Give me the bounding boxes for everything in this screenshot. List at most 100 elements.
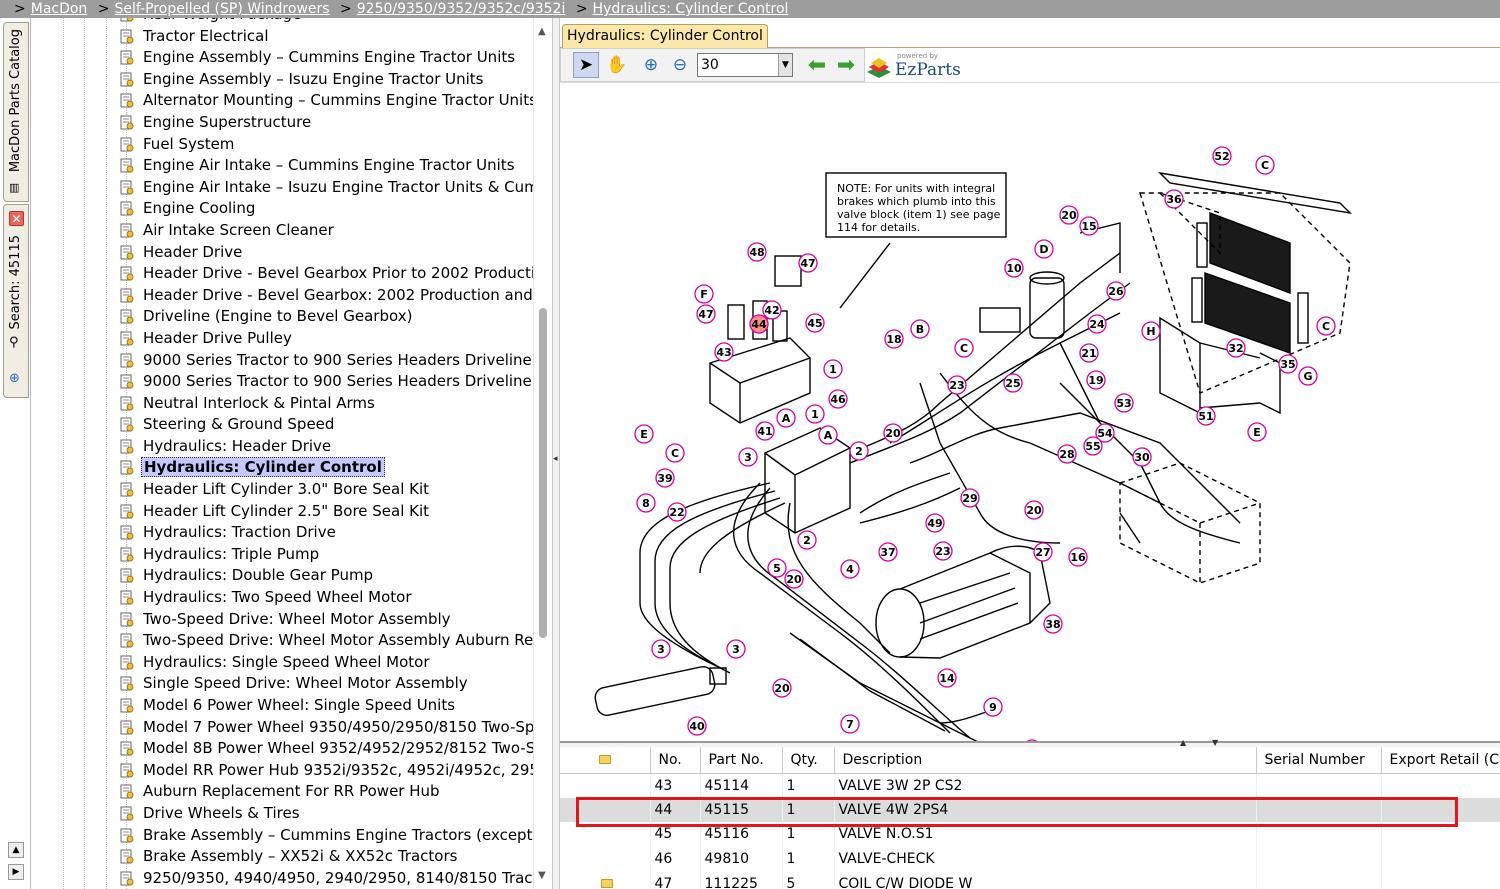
callout-46[interactable]: 46 — [828, 389, 848, 409]
scroll-up-arrow-icon[interactable]: ▲ — [538, 26, 546, 37]
parts-diagram[interactable]: NOTE: For units with integral brakes whi… — [560, 82, 1500, 759]
tree-item[interactable]: Model 6 Power Wheel: Single Speed Units — [119, 695, 551, 717]
callout-19[interactable]: 19 — [1086, 370, 1106, 390]
tab-cylinder-control[interactable]: Hydraulics: Cylinder Control — [562, 24, 768, 48]
close-icon[interactable]: ✕ — [9, 211, 24, 226]
tree-item[interactable]: Two-Speed Drive: Wheel Motor Assembly — [119, 609, 551, 631]
breadcrumb-link-windrowers[interactable]: Self-Propelled (SP) Windrowers — [115, 1, 330, 17]
column-header-serial-number[interactable]: Serial Number — [1256, 747, 1382, 774]
tree-item[interactable]: Hydraulics: Cylinder Control — [119, 457, 551, 479]
tab-search[interactable]: ✕ Search: 45115 ⚲ ⊕ — [3, 204, 29, 398]
callout-c[interactable]: C — [1255, 155, 1275, 175]
callout-44[interactable]: 44 — [749, 314, 769, 334]
callout-25[interactable]: 25 — [1003, 373, 1023, 393]
tree-item[interactable]: Steering & Ground Speed — [119, 414, 551, 436]
select-arrow-icon[interactable]: ➤ — [573, 52, 599, 78]
scroll-right-button[interactable]: ▶ — [8, 864, 24, 880]
callout-43[interactable]: 43 — [714, 342, 734, 362]
callout-b[interactable]: B — [910, 319, 930, 339]
tree-item[interactable]: Engine Cooling — [119, 198, 551, 220]
callout-g[interactable]: G — [1298, 366, 1318, 386]
callout-2[interactable]: 2 — [849, 441, 869, 461]
table-row[interactable]: 47 111225 5 COIL C/W DIODE W — [560, 871, 1500, 889]
callout-42[interactable]: 42 — [762, 300, 782, 320]
callout-1[interactable]: 1 — [805, 404, 825, 424]
tree-item[interactable]: Model 8B Power Wheel 9352/4952/2952/8152… — [119, 738, 551, 760]
tree-item[interactable]: Header Drive - Bevel Gearbox Prior to 20… — [119, 263, 551, 285]
zoom-in-icon[interactable]: ⊕ — [638, 52, 664, 78]
tree-item[interactable]: 9000 Series Tractor to 900 Series Header… — [119, 371, 551, 393]
callout-18[interactable]: 18 — [884, 329, 904, 349]
tree-item[interactable]: Hydraulics: Traction Drive — [119, 522, 551, 544]
callout-c[interactable]: C — [665, 443, 685, 463]
callout-c[interactable]: C — [954, 338, 974, 358]
back-arrow-icon[interactable]: ⬅ — [804, 52, 830, 78]
callout-10[interactable]: 10 — [1004, 258, 1024, 278]
pane-splitter[interactable]: ◂ — [552, 18, 560, 889]
tree-item[interactable]: Hydraulics: Triple Pump — [119, 544, 551, 566]
callout-9[interactable]: 9 — [983, 697, 1003, 717]
callout-52[interactable]: 52 — [1212, 146, 1232, 166]
table-row[interactable]: 43 45114 1 VALVE 3W 2P CS2 — [560, 773, 1500, 798]
table-row[interactable]: 46 49810 1 VALVE-CHECK — [560, 846, 1500, 872]
callout-20[interactable]: 20 — [1024, 500, 1044, 520]
callout-20[interactable]: 20 — [772, 678, 792, 698]
splitter-down-icon[interactable]: ▼ — [1212, 738, 1218, 747]
callout-51[interactable]: 51 — [1196, 406, 1216, 426]
tree-item[interactable]: Hydraulics: Header Drive — [119, 436, 551, 458]
callout-h[interactable]: H — [1141, 321, 1161, 341]
tree-item[interactable]: Engine Assembly – Isuzu Engine Tractor U… — [119, 69, 551, 91]
callout-38[interactable]: 38 — [1043, 614, 1063, 634]
callout-40[interactable]: 40 — [687, 716, 707, 736]
column-header-description[interactable]: Description — [834, 747, 1257, 774]
tree-item[interactable]: Drive Wheels & Tires — [119, 803, 551, 825]
tree-item[interactable]: Hydraulics: Two Speed Wheel Motor — [119, 587, 551, 609]
tree-item[interactable]: Single Speed Drive: Wheel Motor Assembly — [119, 673, 551, 695]
breadcrumb-link-current[interactable]: Hydraulics: Cylinder Control — [593, 1, 789, 17]
tree-item[interactable]: Hydraulics: Double Gear Pump — [119, 565, 551, 587]
tree-item[interactable]: Header Drive — [119, 242, 551, 264]
callout-26[interactable]: 26 — [1106, 281, 1126, 301]
tree-item[interactable]: Rear Weight Package — [119, 18, 551, 26]
tree-item[interactable]: Engine Superstructure — [119, 112, 551, 134]
tab-parts-catalog[interactable]: MacDon Parts Catalog ▥ — [3, 22, 29, 202]
diagram-canvas[interactable]: NOTE: For units with integral brakes whi… — [560, 83, 1500, 759]
callout-4[interactable]: 4 — [840, 559, 860, 579]
callout-8[interactable]: 8 — [636, 493, 656, 513]
callout-49[interactable]: 49 — [925, 513, 945, 533]
tree-item[interactable]: Alternator Mounting – Cummins Engine Tra… — [119, 90, 551, 112]
tree-item[interactable]: 9000 Series Tractor to 900 Series Header… — [119, 350, 551, 372]
scroll-down-arrow-icon[interactable]: ▼ — [538, 870, 546, 881]
callout-47[interactable]: 47 — [696, 304, 716, 324]
callout-a[interactable]: A — [818, 425, 838, 445]
callout-15[interactable]: 15 — [1079, 216, 1099, 236]
column-header-folder[interactable] — [560, 747, 651, 774]
breadcrumb-link-macdon[interactable]: MacDon — [31, 1, 88, 17]
tree-item[interactable]: Brake Assembly – Cummins Engine Tractors… — [119, 825, 551, 847]
tree-item[interactable]: Fuel System — [119, 134, 551, 156]
callout-28[interactable]: 28 — [1057, 444, 1077, 464]
callout-47[interactable]: 47 — [798, 253, 818, 273]
tree-item[interactable]: Engine Assembly – Cummins Engine Tractor… — [119, 47, 551, 69]
tree-item[interactable]: Model RR Power Hub 9352i/9352c, 4952i/49… — [119, 760, 551, 782]
callout-30[interactable]: 30 — [1132, 447, 1152, 467]
column-header-export-retail[interactable]: Export Retail (C — [1381, 747, 1500, 774]
tree-item[interactable]: Air Intake Screen Cleaner — [119, 220, 551, 242]
callout-36[interactable]: 36 — [1164, 189, 1184, 209]
zoom-level-select[interactable]: 30 ▼ — [697, 53, 793, 77]
column-header-part-no[interactable]: Part No. — [700, 747, 783, 774]
breadcrumb-link-model[interactable]: 9250/9350/9352/9352c/9352i — [357, 1, 566, 17]
callout-3[interactable]: 3 — [738, 447, 758, 467]
tree-item[interactable]: Auburn Replacement For RR Power Hub — [119, 781, 551, 803]
callout-f[interactable]: F — [694, 284, 714, 304]
callout-2[interactable]: 2 — [797, 530, 817, 550]
tree-item[interactable]: Neutral Interlock & Pintal Arms — [119, 393, 551, 415]
tree-item[interactable]: Model 7 Power Wheel 9350/4950/2950/8150 … — [119, 717, 551, 739]
pan-hand-icon[interactable]: ✋ — [604, 52, 630, 78]
tree-item[interactable]: Engine Air Intake – Isuzu Engine Tractor… — [119, 177, 551, 199]
splitter-up-icon[interactable]: ▲ — [1180, 738, 1186, 747]
callout-3[interactable]: 3 — [726, 639, 746, 659]
scroll-up-button[interactable]: ▲ — [8, 842, 24, 858]
tree-item[interactable]: 9250/9350, 4940/4950, 2940/2950, 8140/81… — [119, 868, 551, 889]
callout-21[interactable]: 21 — [1079, 343, 1099, 363]
